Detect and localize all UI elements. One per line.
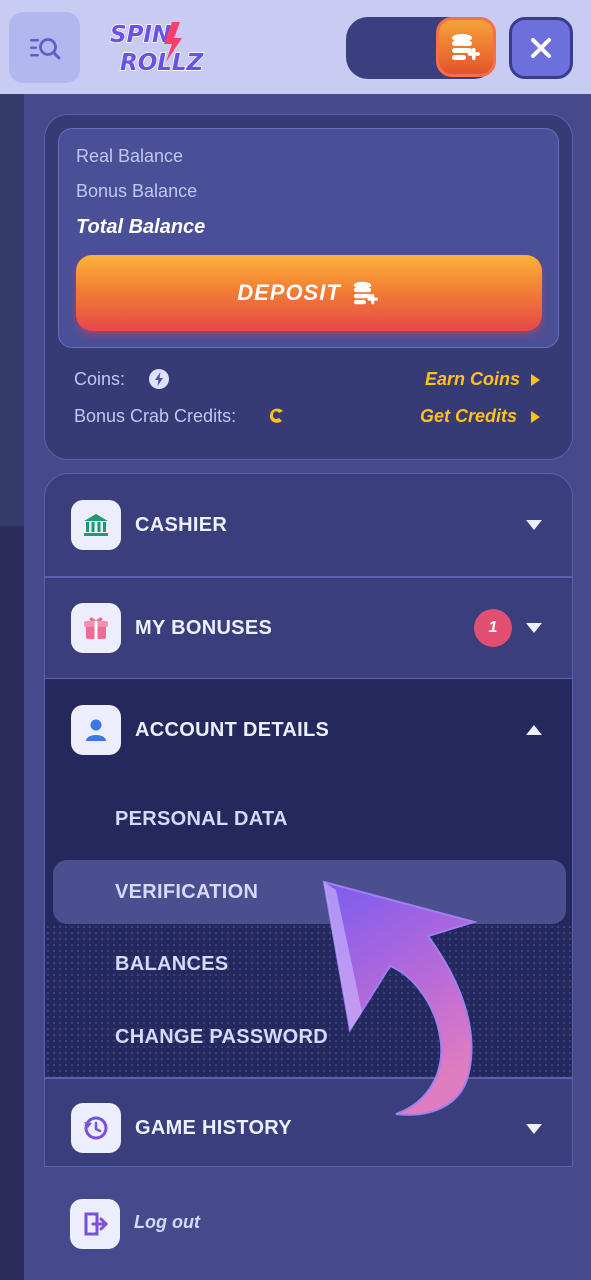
gift-icon [71,603,121,653]
history-icon [71,1103,121,1153]
deposit-button[interactable]: DEPOSIT [76,255,542,331]
chevron-up-icon [526,725,542,735]
submenu-balances[interactable]: BALANCES [115,953,229,976]
dotted-pattern [45,924,572,1077]
submenu-personal-data[interactable]: PERSONAL DATA [115,808,288,831]
left-background-strip-upper [0,94,24,526]
lightning-coin-icon [149,369,169,389]
real-balance-label: Real Balance [76,146,184,166]
menu-item-account-details[interactable]: ACCOUNT DETAILS [45,679,572,781]
deposit-button-label: DEPOSIT [237,280,341,305]
coins-plus-icon [353,281,378,305]
bonus-count-badge: 1 [474,609,512,647]
search-menu-button[interactable] [9,12,80,83]
search-menu-icon [29,37,60,59]
brand-logo-image: SPIN ROLLZ [109,21,205,77]
menu-item-game-history[interactable]: GAME HISTORY [45,1078,572,1166]
chevron-down-icon [526,1124,542,1134]
add-coins-button[interactable] [436,17,496,77]
menu-label-my-bonuses: MY BONUSES [135,617,273,639]
close-icon [531,38,551,58]
crab-credit-icon [269,408,283,423]
logout-icon[interactable] [70,1199,120,1249]
left-background-strip [0,94,24,1280]
menu-label-cashier: CASHIER [135,514,228,536]
menu-item-cashier[interactable]: CASHIER [45,474,572,576]
close-button[interactable] [509,17,573,79]
chevron-down-icon [526,520,542,530]
chevron-down-icon [526,623,542,633]
user-icon [71,705,121,755]
submenu-change-password[interactable]: CHANGE PASSWORD [115,1026,328,1049]
svg-text:ROLLZ: ROLLZ [120,50,205,76]
get-credits-link[interactable]: Get Credits [420,406,517,427]
navigation-menu: CASHIER MY BONUSES 1 ACCOUNT DETAILS PER… [44,473,573,1167]
bonus-balance-label: Bonus Balance [76,181,198,201]
coins-label: Coins: [74,369,126,389]
bank-icon [71,500,121,550]
earn-coins-link[interactable]: Earn Coins [425,369,520,390]
total-balance-label: Total Balance [76,216,206,238]
logout-link[interactable]: Log out [134,1212,200,1233]
spin-rollz-logo[interactable]: SPIN ROLLZ [106,18,216,78]
bonus-crab-credits-label: Bonus Crab Credits: [74,406,237,426]
top-header: SPIN ROLLZ [0,0,591,94]
menu-item-my-bonuses[interactable]: MY BONUSES 1 [45,577,572,679]
submenu-verification[interactable]: VERIFICATION [115,881,258,904]
caret-right-icon [531,374,540,386]
menu-label-account-details: ACCOUNT DETAILS [135,719,330,741]
coins-plus-icon [452,34,480,60]
menu-label-game-history: GAME HISTORY [135,1117,292,1139]
caret-right-icon [531,411,540,423]
svg-text:SPIN: SPIN [110,22,171,48]
